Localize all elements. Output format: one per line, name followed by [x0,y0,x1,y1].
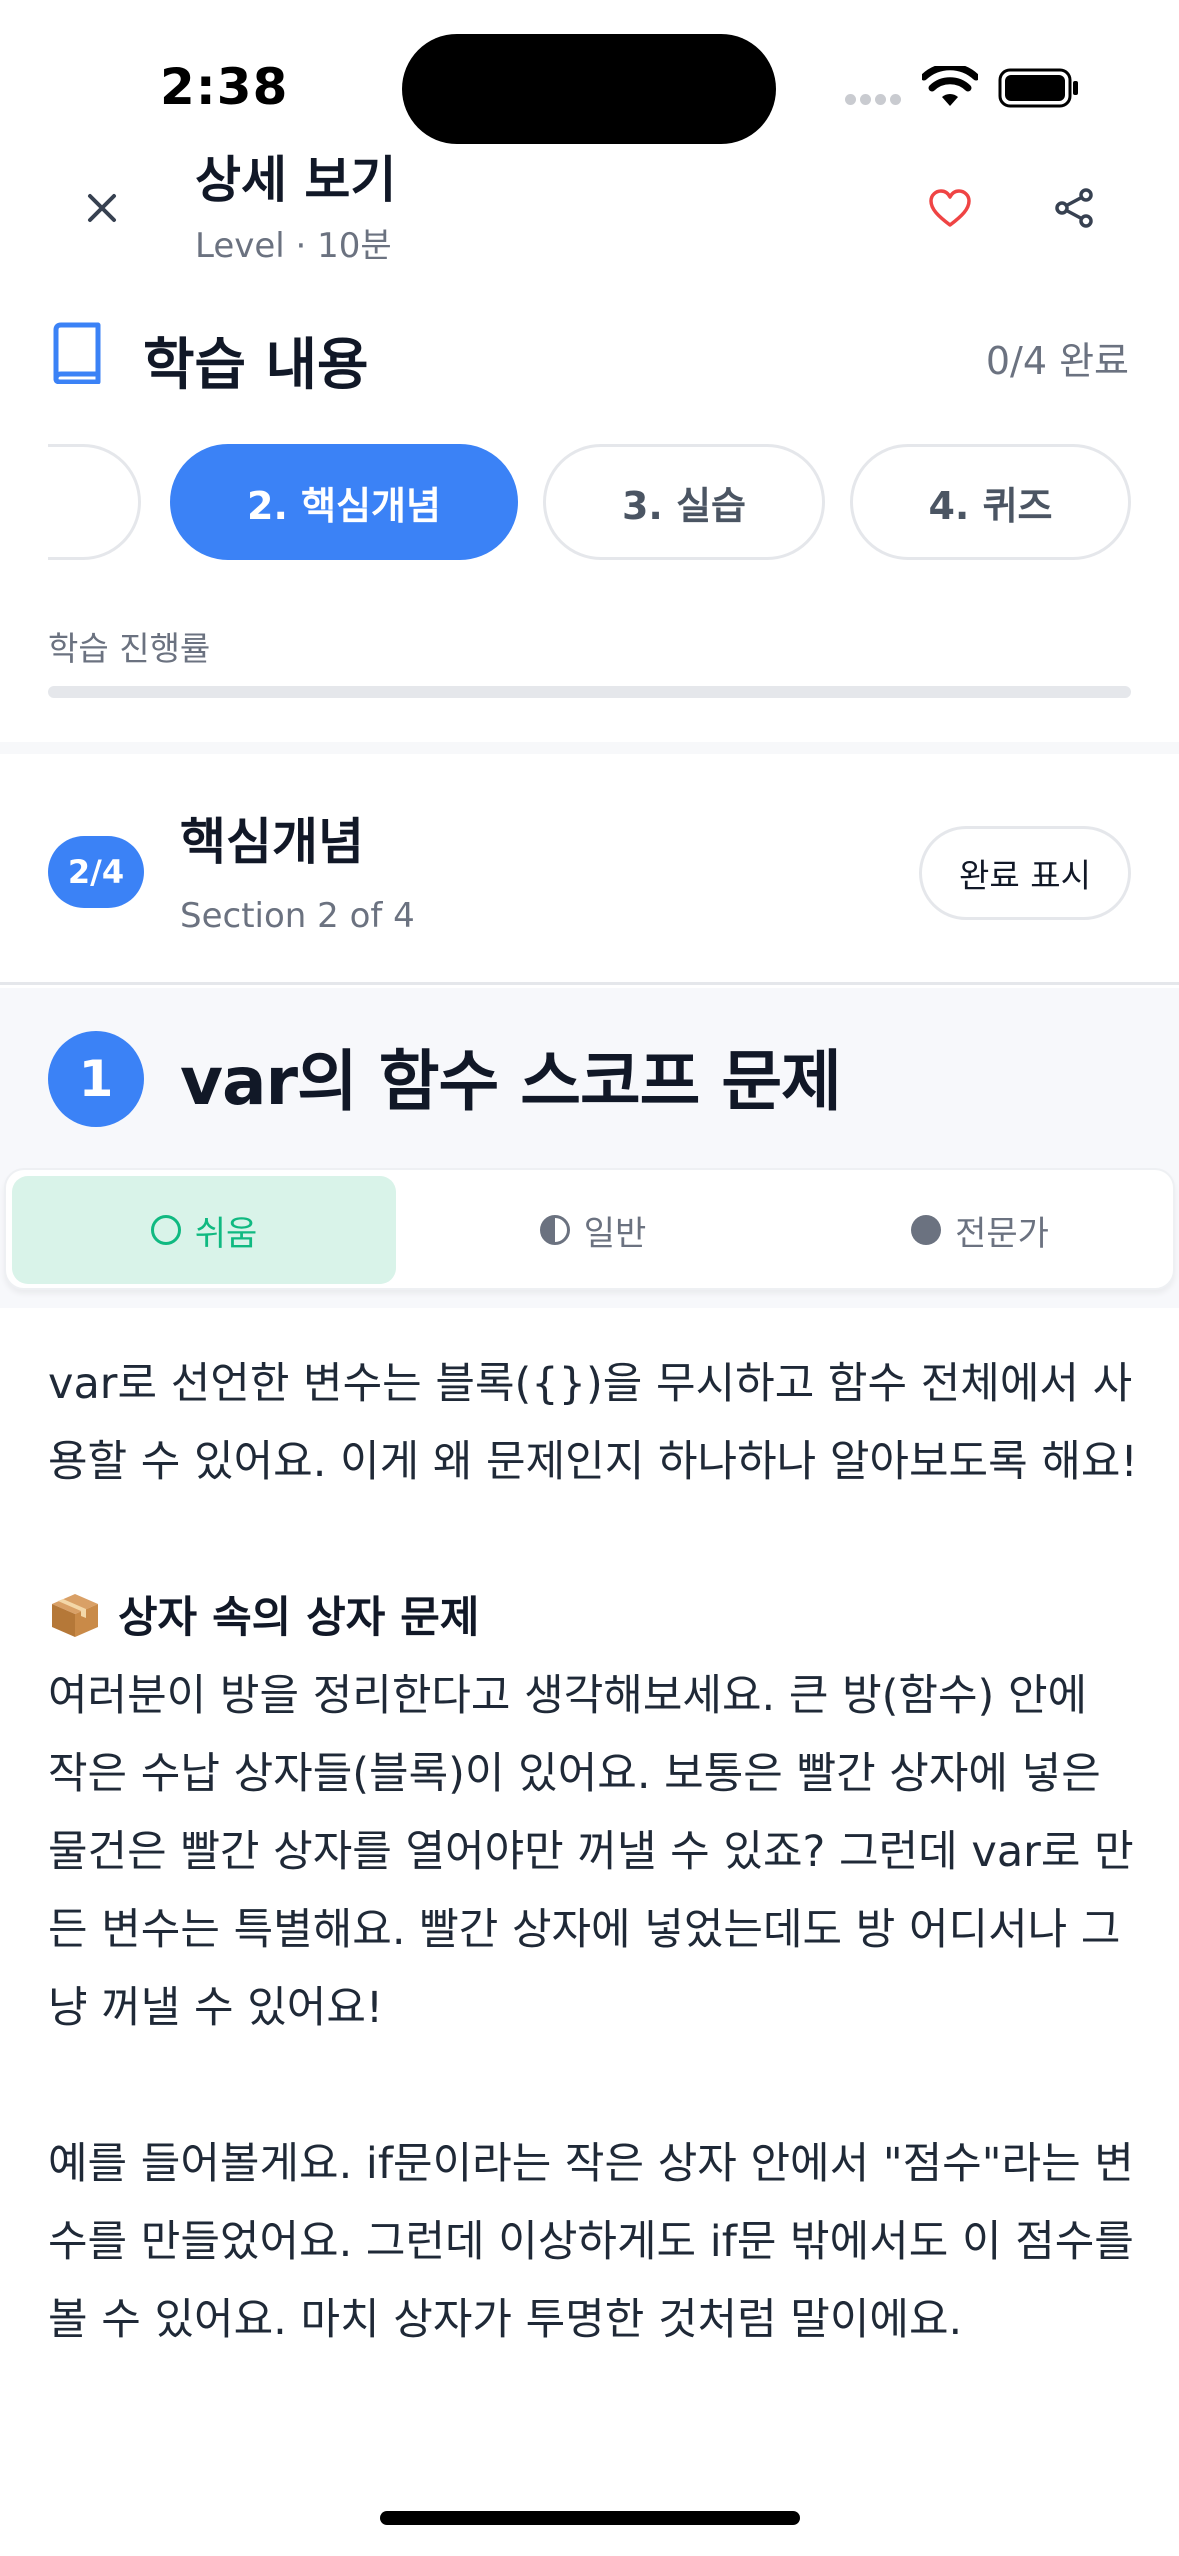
package-icon [52,1594,98,1637]
battery-icon [998,68,1078,108]
section-header: 2/4 핵심개념 Section 2 of 4 완료 표시 [0,760,1179,985]
level-expert-button[interactable]: 전문가 [788,1176,1172,1284]
home-indicator[interactable] [380,2511,800,2525]
tab-section-3[interactable]: 3. 실습 [543,444,825,560]
learning-content-header: 학습 내용 0/4 완료 [0,300,1179,410]
level-label: 쉬움 [194,1213,258,1254]
level-label: 일반 [583,1213,647,1254]
progress-bar [48,686,1131,698]
topic-number: 1 [48,1031,144,1127]
section-badge: 2/4 [48,836,144,908]
detail-header: 상세 보기 Level · 10분 [0,140,1179,280]
filled-circle-icon [911,1215,942,1245]
learning-title: 학습 내용 [143,333,369,398]
tab-section-2[interactable]: 2. 핵심개념 [170,444,518,560]
intro-paragraph: var로 선언한 변수는 블록({})을 무시하고 함수 전체에서 사용할 수 … [48,1359,1138,1487]
progress-label: 학습 진행률 [48,629,211,668]
paragraph: 여러분이 방을 정리한다고 생각해보세요. 큰 방(함수) 안에 작은 수납 상… [48,1671,1134,2033]
subheading: 상자 속의 상자 문제 [118,1593,480,1643]
section-title: 핵심개념 [180,813,364,871]
level-normal-button[interactable]: 일반 [401,1176,785,1284]
close-icon [88,194,116,222]
share-button[interactable] [1042,176,1106,240]
share-icon [1055,188,1093,228]
subheading-row: 상자 속의 상자 문제 [48,1579,1138,1657]
status-time: 2:38 [160,58,289,116]
level-label: 전문가 [955,1213,1049,1254]
paragraph: 예를 들어볼게요. if문이라는 작은 상자 안에서 "점수"라는 변수를 만들… [48,2139,1134,2345]
section-subtitle: Section 2 of 4 [180,896,415,936]
page-title: 상세 보기 [195,151,397,209]
tab-section-4[interactable]: 4. 퀴즈 [850,444,1131,560]
status-bar: 2:38 [0,0,1179,144]
cellular-signal-icon [845,94,903,106]
level-easy-button[interactable]: 쉬움 [12,1176,396,1284]
page-subtitle: Level · 10분 [195,226,392,266]
topic-block: 1 var의 함수 스코프 문제 쉬움 일반 전문가 [0,988,1179,1308]
circle-outline-icon [150,1215,181,1245]
dynamic-island [402,34,776,144]
completion-count: 0/4 완료 [985,339,1129,383]
divider [0,742,1179,754]
lesson-content: var로 선언한 변수는 블록({})을 무시하고 함수 전체에서 사용할 수 … [48,1345,1138,2359]
difficulty-selector: 쉬움 일반 전문가 [4,1168,1175,1290]
wifi-icon [922,66,978,106]
close-button[interactable] [70,176,134,240]
mark-complete-button[interactable]: 완료 표시 [919,826,1131,920]
section-tabs: 2. 핵심개념 3. 실습 4. 퀴즈 [48,442,1131,562]
tab-section-1[interactable] [48,444,141,560]
half-circle-icon [539,1215,570,1245]
book-icon [53,322,101,384]
favorite-button[interactable] [918,176,982,240]
heart-icon [929,189,971,227]
topic-title: var의 함수 스코프 문제 [180,1043,842,1120]
